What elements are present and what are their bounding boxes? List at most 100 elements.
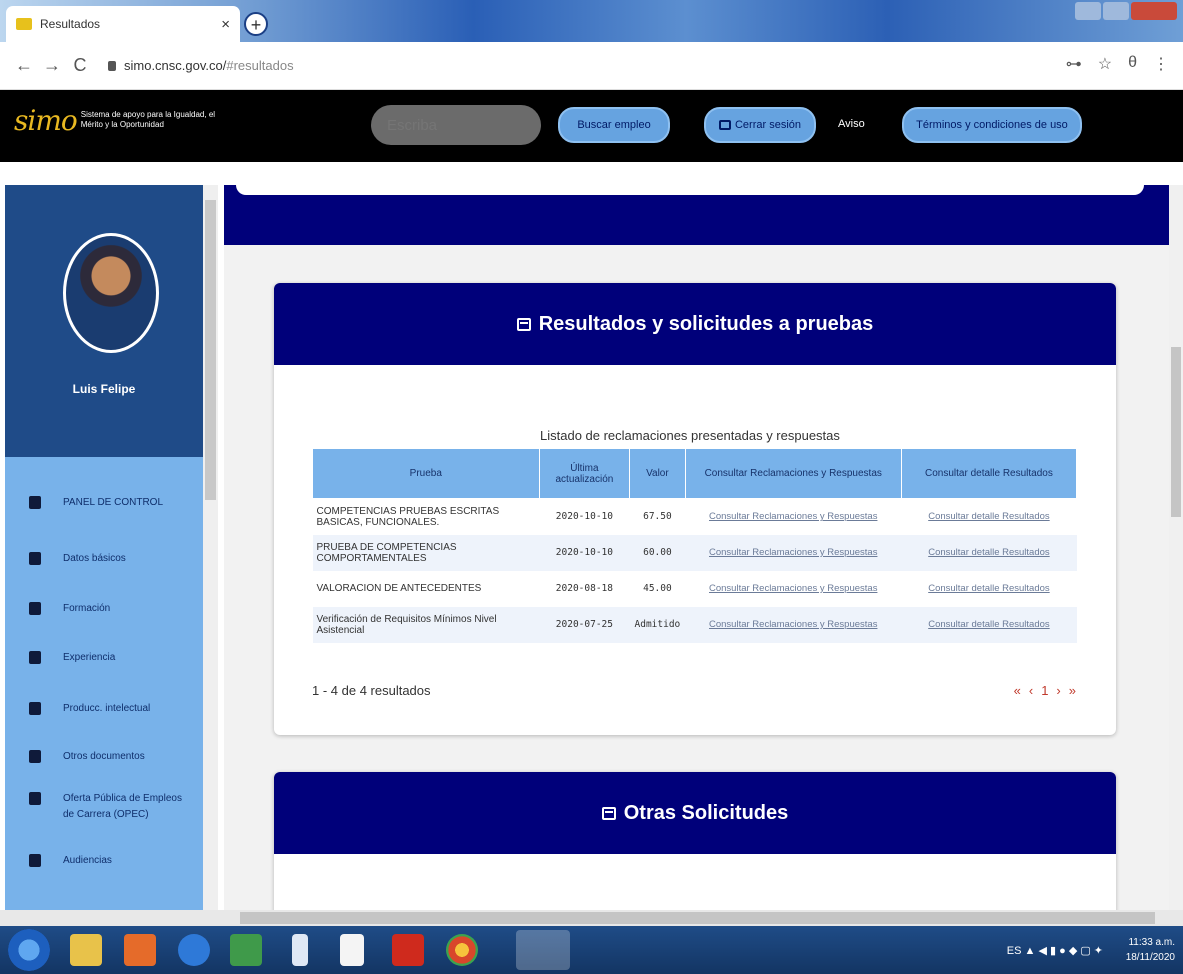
column-header: Última actualización bbox=[538, 448, 631, 499]
tray-icons: ▲ ◀ ▮ ● ◆ ▢ ✦ bbox=[1024, 945, 1103, 957]
buscar-empleo-label: Buscar empleo bbox=[577, 119, 651, 131]
table-header-row: Prueba Última actualización Valor Consul… bbox=[312, 448, 1078, 499]
bookmark-star-icon[interactable]: ☆ bbox=[1098, 54, 1112, 74]
page-scrollbar[interactable] bbox=[1169, 185, 1183, 910]
table-caption: Listado de reclamaciones presentadas y r… bbox=[540, 428, 840, 443]
prev-page-button[interactable]: ‹ bbox=[1029, 683, 1033, 698]
consultar-detalle-link[interactable]: Consultar detalle Resultados bbox=[901, 534, 1077, 571]
simo-logo[interactable]: simo Sistema de apoyo para la Igualdad, … bbox=[14, 104, 231, 138]
otras-solicitudes-title: Otras Solicitudes bbox=[623, 801, 789, 824]
bluetooth-icon[interactable] bbox=[292, 934, 308, 966]
address-actions: ⊶ ☆ θ ⋮ bbox=[1066, 54, 1169, 74]
pagination-info: 1 - 4 de 4 resultados bbox=[312, 683, 431, 698]
buscar-empleo-button[interactable]: Buscar empleo bbox=[558, 107, 670, 143]
internet-explorer-icon[interactable] bbox=[178, 934, 210, 966]
fecha-cell: 2020-10-10 bbox=[539, 534, 630, 571]
close-window-button[interactable] bbox=[1131, 2, 1177, 20]
sidebar-item-label: PANEL DE CONTROL bbox=[63, 497, 164, 508]
users-icon bbox=[29, 552, 41, 565]
back-arrow-icon[interactable]: ← bbox=[10, 55, 38, 76]
sidebar-item-label: Oferta Pública de Empleos de Carrera (OP… bbox=[63, 793, 182, 820]
logout-icon bbox=[718, 120, 731, 130]
account-icon[interactable]: θ bbox=[1128, 54, 1137, 74]
graduate-icon bbox=[29, 602, 41, 615]
sidebar-item-label: Otros documentos bbox=[63, 751, 145, 762]
sidebar-item-otros[interactable]: Otros documentos bbox=[5, 749, 203, 765]
next-page-button[interactable]: › bbox=[1056, 683, 1060, 698]
calendar-icon bbox=[516, 317, 531, 331]
consultar-detalle-link[interactable]: Consultar detalle Resultados bbox=[901, 606, 1077, 643]
briefcase-icon bbox=[29, 651, 41, 664]
lock-icon bbox=[108, 60, 116, 71]
sidebar-item-formacion[interactable]: Formación bbox=[5, 601, 203, 617]
logo-tagline: Sistema de apoyo para la Igualdad, el Mé… bbox=[80, 110, 216, 129]
taskbar: ES ▲ ◀ ▮ ● ◆ ▢ ✦ 11:33 a.m. 18/11/2020 bbox=[0, 926, 1183, 974]
consultar-reclamaciones-link[interactable]: Consultar Reclamaciones y Respuestas bbox=[685, 571, 901, 607]
column-header: Consultar detalle Resultados bbox=[900, 448, 1078, 499]
document-icon[interactable] bbox=[340, 934, 364, 966]
folder-favicon-icon bbox=[16, 18, 32, 30]
sidebar-item-datos[interactable]: Datos básicos bbox=[5, 551, 203, 567]
consultar-reclamaciones-link[interactable]: Consultar Reclamaciones y Respuestas bbox=[685, 534, 902, 571]
consultar-reclamaciones-link[interactable]: Consultar Reclamaciones y Respuestas bbox=[685, 499, 901, 535]
otras-solicitudes-card: Otras Solicitudes bbox=[274, 772, 1116, 910]
prueba-cell: PRUEBA DE COMPETENCIAS COMPORTAMENTALES bbox=[312, 534, 540, 571]
forward-arrow-icon[interactable]: → bbox=[38, 55, 66, 76]
media-player-icon[interactable] bbox=[124, 934, 156, 966]
search-input[interactable] bbox=[371, 105, 541, 145]
url-host: simo.cnsc.gov.co/ bbox=[124, 58, 227, 73]
window-controls bbox=[1075, 2, 1177, 20]
excel-icon[interactable] bbox=[230, 934, 262, 966]
cerrar-sesion-button[interactable]: Cerrar sesión bbox=[704, 107, 816, 143]
chrome-active-icon[interactable] bbox=[516, 930, 570, 970]
consultar-detalle-link[interactable]: Consultar detalle Resultados bbox=[901, 499, 1076, 535]
sidebar-item-label: Audiencias bbox=[63, 855, 112, 866]
new-tab-button[interactable]: + bbox=[244, 12, 268, 36]
aviso-link[interactable]: Aviso bbox=[838, 118, 865, 130]
chrome-icon[interactable] bbox=[446, 934, 478, 966]
sidebar-item-opec[interactable]: Oferta Pública de Empleos de Carrera (OP… bbox=[5, 791, 203, 823]
language-indicator[interactable]: ES bbox=[1007, 945, 1022, 957]
valor-cell: 67.50 bbox=[643, 511, 672, 523]
url-hash: #resultados bbox=[226, 58, 294, 73]
reload-icon[interactable]: C bbox=[66, 55, 94, 76]
start-button[interactable] bbox=[8, 929, 50, 971]
terminos-button[interactable]: Términos y condiciones de uso bbox=[902, 107, 1082, 143]
valor-cell: 60.00 bbox=[629, 534, 686, 571]
maximize-button[interactable] bbox=[1103, 2, 1129, 20]
table-row: Verificación de Requisitos Mínimos Nivel… bbox=[312, 606, 1077, 643]
pdf-reader-icon[interactable] bbox=[392, 934, 424, 966]
sidebar-scrollbar-thumb[interactable] bbox=[205, 200, 216, 500]
sidebar-item-produccion[interactable]: Producc. intelectual bbox=[5, 701, 203, 717]
sidebar-item-experiencia[interactable]: Experiencia bbox=[5, 650, 203, 666]
sidebar: Luis Felipe PANEL DE CONTROL Datos básic… bbox=[5, 185, 203, 910]
file-explorer-icon[interactable] bbox=[70, 934, 102, 966]
user-name: Luis Felipe bbox=[72, 382, 136, 396]
sidebar-item-label: Producc. intelectual bbox=[63, 703, 151, 714]
consultar-reclamaciones-link[interactable]: Consultar Reclamaciones y Respuestas bbox=[685, 606, 902, 643]
browser-tab[interactable]: Resultados × bbox=[6, 6, 240, 42]
page-1-button[interactable]: 1 bbox=[1041, 683, 1048, 698]
prueba-cell: Verificación de Requisitos Mínimos Nivel… bbox=[312, 606, 540, 643]
consultar-detalle-link[interactable]: Consultar detalle Resultados bbox=[901, 571, 1076, 607]
page-scrollbar-thumb[interactable] bbox=[1171, 347, 1181, 517]
valor-cell: 45.00 bbox=[643, 583, 672, 594]
tab-title: Resultados bbox=[40, 17, 101, 31]
horizontal-scrollbar-thumb[interactable] bbox=[240, 912, 1155, 924]
table-row: PRUEBA DE COMPETENCIAS COMPORTAMENTALES … bbox=[312, 534, 1077, 571]
fecha-cell: 2020-08-18 bbox=[555, 583, 613, 594]
last-page-button[interactable]: » bbox=[1069, 683, 1076, 698]
sidebar-item-panel[interactable]: PANEL DE CONTROL bbox=[5, 495, 203, 511]
table-row: COMPETENCIAS PRUEBAS ESCRITAS BASICAS, F… bbox=[313, 499, 1077, 535]
address-bar: ← → C simo.cnsc.gov.co/#resultados ⊶ ☆ θ… bbox=[0, 42, 1183, 90]
key-icon[interactable]: ⊶ bbox=[1066, 54, 1082, 74]
minimize-button[interactable] bbox=[1075, 2, 1101, 20]
url-field[interactable]: simo.cnsc.gov.co/#resultados bbox=[124, 58, 294, 73]
clock-time: 11:33 a.m. bbox=[1128, 937, 1175, 948]
clock[interactable]: 11:33 a.m. 18/11/2020 bbox=[1126, 935, 1175, 965]
fecha-cell: 2020-10-10 bbox=[555, 511, 613, 523]
sidebar-item-audiencias[interactable]: Audiencias bbox=[5, 853, 203, 869]
browser-menu-icon[interactable]: ⋮ bbox=[1153, 54, 1169, 74]
tab-close-icon[interactable]: × bbox=[221, 16, 230, 33]
first-page-button[interactable]: « bbox=[1014, 683, 1021, 698]
